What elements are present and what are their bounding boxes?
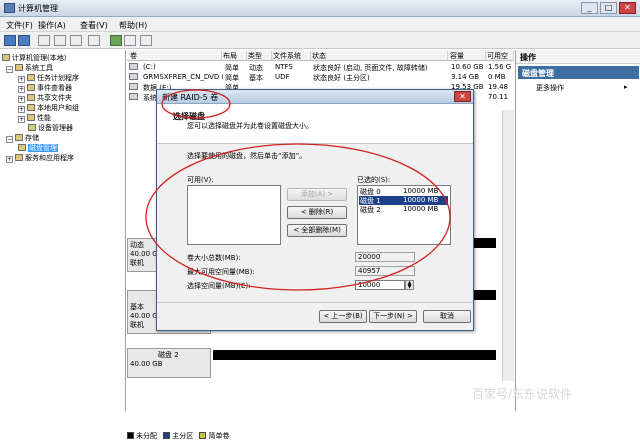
annotation-overlay bbox=[145, 89, 451, 291]
annotation-circle-title bbox=[161, 89, 231, 119]
annotation-circle-disks bbox=[145, 143, 451, 291]
legend-primary: 主分区 bbox=[163, 432, 193, 440]
watermark: 百家号/东东说软件 bbox=[472, 387, 573, 401]
legend-simple: 简单卷 bbox=[199, 432, 229, 440]
legend-unallocated: 未分配 bbox=[127, 432, 157, 440]
legend: 未分配 主分区 简单卷 bbox=[127, 431, 514, 441]
